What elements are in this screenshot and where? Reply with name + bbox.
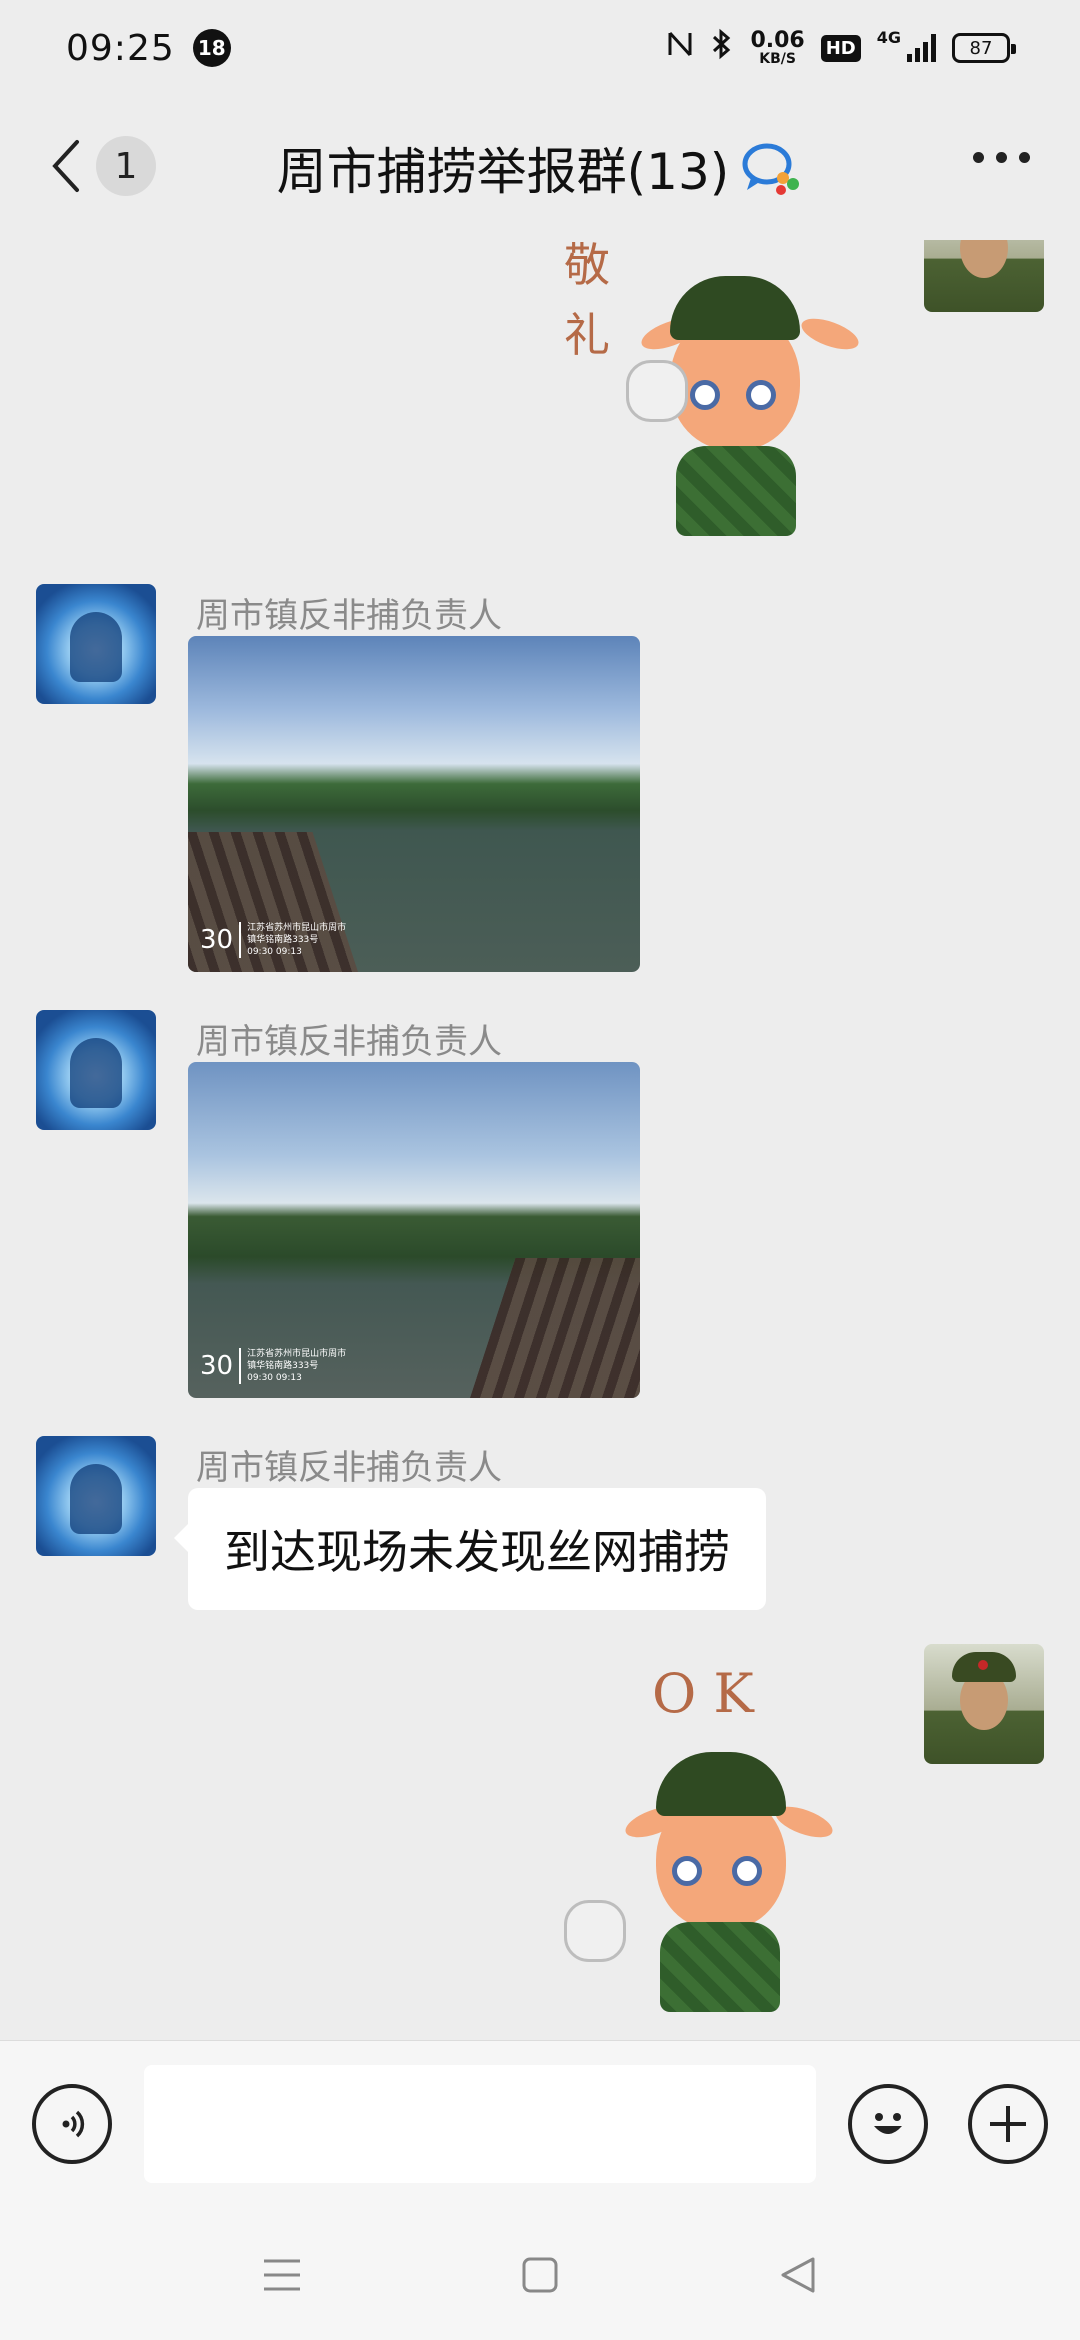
chevron-left-icon	[52, 140, 79, 192]
plus-button[interactable]	[968, 2084, 1048, 2164]
hd-badge: HD	[820, 34, 861, 62]
more-button[interactable]	[973, 152, 1030, 163]
nfc-icon	[666, 29, 694, 67]
sender-avatar[interactable]	[36, 1010, 156, 1130]
battery-icon: 87	[952, 33, 1016, 63]
home-square-icon	[522, 2257, 558, 2293]
voice-icon	[62, 2110, 85, 2138]
home-nav-button[interactable]	[518, 2253, 562, 2297]
sender-avatar[interactable]	[36, 584, 156, 704]
group-chat-icon	[739, 140, 803, 196]
sticker-ok[interactable]: O K	[560, 1660, 860, 2012]
photo-watermark: 30 江苏省苏州市昆山市周市 镇华铭南路333号 09:30 09:13	[200, 922, 347, 958]
back-button[interactable]	[46, 136, 86, 196]
input-bar	[0, 2040, 1080, 2205]
chat-area[interactable]: 敬 礼 周市镇反非捕负责人 30 江苏省苏州市昆山市周市 镇华铭南路333号 09:…	[0, 240, 1080, 2040]
sender-name: 周市镇反非捕负责人	[196, 1448, 502, 1488]
sender-name: 周市镇反非捕负责人	[196, 596, 502, 636]
network-speed: 0.06 KB/S	[750, 28, 805, 67]
bluetooth-icon	[710, 28, 734, 68]
emoji-icon	[874, 2113, 902, 2134]
image-message[interactable]: 30 江苏省苏州市昆山市周市 镇华铭南路333号 09:30 09:13	[188, 1062, 640, 1398]
unread-count-badge[interactable]: 1	[96, 136, 156, 196]
sender-avatar[interactable]	[36, 1436, 156, 1556]
network-type: 4G	[876, 28, 901, 47]
back-triangle-icon	[781, 2257, 815, 2293]
message-text: 到达现场未发现丝网捕捞	[224, 1525, 730, 1579]
menu-nav-button[interactable]	[260, 2253, 304, 2297]
plus-icon	[990, 2106, 1026, 2142]
message-input[interactable]	[144, 2065, 816, 2183]
sticker-caption: 敬 礼	[564, 240, 610, 362]
status-bar: 09:25 18 0.06 KB/S HD 4G 87	[0, 0, 1080, 96]
system-nav-bar	[0, 2205, 1080, 2340]
signal-icon	[907, 34, 936, 62]
notification-badge: 18	[192, 29, 231, 67]
chat-title: 周市捕捞举报群(13)	[276, 143, 730, 201]
emoji-button[interactable]	[848, 2084, 928, 2164]
my-avatar[interactable]	[924, 1644, 1044, 1764]
battery-level: 87	[969, 37, 993, 59]
chat-header: 1 周市捕捞举报群(13)	[0, 96, 1080, 240]
more-dot	[973, 152, 984, 163]
sticker-caption: O K	[652, 1662, 754, 1725]
my-avatar[interactable]	[924, 240, 1044, 312]
more-dot	[1019, 152, 1030, 163]
back-nav-button[interactable]	[776, 2253, 820, 2297]
text-message-bubble[interactable]: 到达现场未发现丝网捕捞	[174, 1488, 766, 1610]
more-dot	[996, 152, 1007, 163]
voice-button[interactable]	[32, 2084, 112, 2164]
sender-name: 周市镇反非捕负责人	[196, 1022, 502, 1062]
menu-icon	[264, 2259, 300, 2291]
sticker-salute[interactable]: 敬 礼	[560, 240, 863, 550]
image-message[interactable]: 30 江苏省苏州市昆山市周市 镇华铭南路333号 09:30 09:13	[188, 636, 640, 972]
photo-watermark: 30 江苏省苏州市昆山市周市 镇华铭南路333号 09:30 09:13	[200, 1348, 347, 1384]
status-time: 09:25	[66, 27, 175, 69]
status-icons: 0.06 KB/S HD 4G 87	[666, 28, 1016, 68]
